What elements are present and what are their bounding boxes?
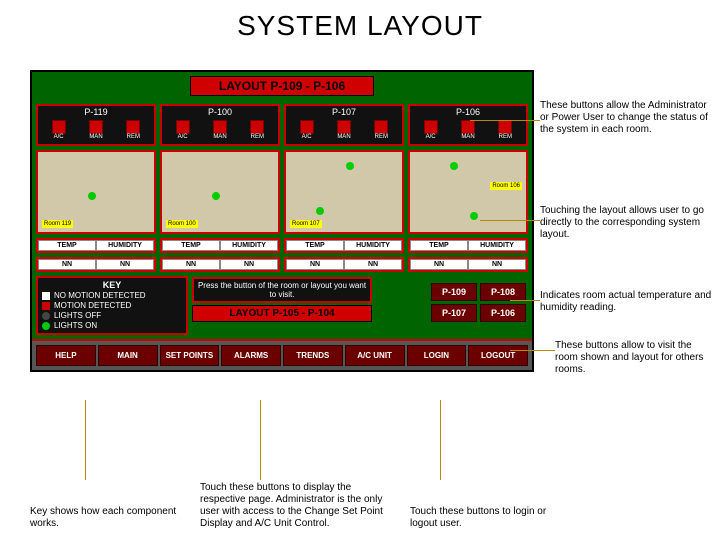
floorplan[interactable]: Room 119 [36, 150, 156, 234]
arrow [85, 400, 86, 480]
caption: Touch these buttons to login or logout u… [410, 506, 570, 530]
nav-logout[interactable]: LOGOUT [468, 345, 528, 366]
status-btn[interactable] [250, 120, 264, 134]
nav-main[interactable]: MAIN [98, 345, 158, 366]
room-2: P-107A/CMANREM [284, 104, 404, 146]
status-btn[interactable] [374, 120, 388, 134]
annotation: These buttons allow to visit the room sh… [555, 340, 715, 376]
status-btn[interactable] [300, 120, 314, 134]
room-1: P-100A/CMANREM [160, 104, 280, 146]
arrow [470, 120, 540, 121]
room-btn[interactable]: P-109 [431, 283, 477, 301]
caption: Key shows how each component works. [30, 506, 180, 530]
annotation: These buttons allow the Administrator or… [540, 100, 710, 136]
mid-area: Press the button of the room or layout y… [192, 277, 372, 322]
status-btn[interactable] [213, 120, 227, 134]
arrow [510, 300, 540, 301]
arrow [510, 350, 555, 351]
room-3: P-106A/CMANREM [408, 104, 528, 146]
room-btn[interactable]: P-108 [480, 283, 526, 301]
arrow [260, 400, 261, 480]
floorplan[interactable]: Room 106 [408, 150, 528, 234]
status-btn[interactable] [424, 120, 438, 134]
room-header-row: P-119A/CMANREM P-100A/CMANREM P-107A/CMA… [32, 100, 532, 150]
key-legend: KEY NO MOTION DETECTED MOTION DETECTED L… [36, 276, 188, 335]
nav-help[interactable]: HELP [36, 345, 96, 366]
hint-text: Press the button of the room or layout y… [192, 277, 372, 303]
reading: TEMPHUMIDITY [36, 238, 156, 253]
room-button-grid: P-109 P-108 P-107 P-106 [431, 283, 526, 322]
reading-val-row: NNNN NNNN NNNN NNNN [32, 257, 532, 276]
layout-header: LAYOUT P-109 - P-106 [190, 76, 374, 96]
status-btn[interactable] [461, 120, 475, 134]
page-title: SYSTEM LAYOUT [0, 10, 720, 42]
room-0: P-119A/CMANREM [36, 104, 156, 146]
reading: TEMPHUMIDITY [284, 238, 404, 253]
nav-bar: HELP MAIN SET POINTS ALARMS TRENDS A/C U… [32, 339, 532, 370]
status-btn[interactable] [498, 120, 512, 134]
status-btn[interactable] [52, 120, 66, 134]
annotation: Indicates room actual temperature and hu… [540, 290, 715, 314]
status-btn[interactable] [176, 120, 190, 134]
floorplan[interactable]: Room 100 [160, 150, 280, 234]
nav-trends[interactable]: TRENDS [283, 345, 343, 366]
layout-header-2[interactable]: LAYOUT P-105 - P-104 [192, 305, 372, 322]
nav-acunit[interactable]: A/C UNIT [345, 345, 405, 366]
nav-login[interactable]: LOGIN [407, 345, 467, 366]
status-btn[interactable] [89, 120, 103, 134]
nav-setpoints[interactable]: SET POINTS [160, 345, 220, 366]
room-btn[interactable]: P-107 [431, 304, 477, 322]
reading: TEMPHUMIDITY [160, 238, 280, 253]
annotation: Touching the layout allows user to go di… [540, 205, 710, 241]
status-btn[interactable] [337, 120, 351, 134]
reading-row: TEMPHUMIDITY TEMPHUMIDITY TEMPHUMIDITY T… [32, 238, 532, 257]
floorplan[interactable]: Room 107 [284, 150, 404, 234]
nav-alarms[interactable]: ALARMS [221, 345, 281, 366]
system-panel: LAYOUT P-109 - P-106 P-119A/CMANREM P-10… [30, 70, 534, 372]
reading: TEMPHUMIDITY [408, 238, 528, 253]
arrow [440, 400, 441, 480]
arrow [480, 220, 540, 221]
caption: Touch these buttons to display the respe… [200, 482, 390, 530]
floorplan-row: Room 119 Room 100 Room 107 Room 106 [32, 150, 532, 238]
status-btn[interactable] [126, 120, 140, 134]
room-btn[interactable]: P-106 [480, 304, 526, 322]
